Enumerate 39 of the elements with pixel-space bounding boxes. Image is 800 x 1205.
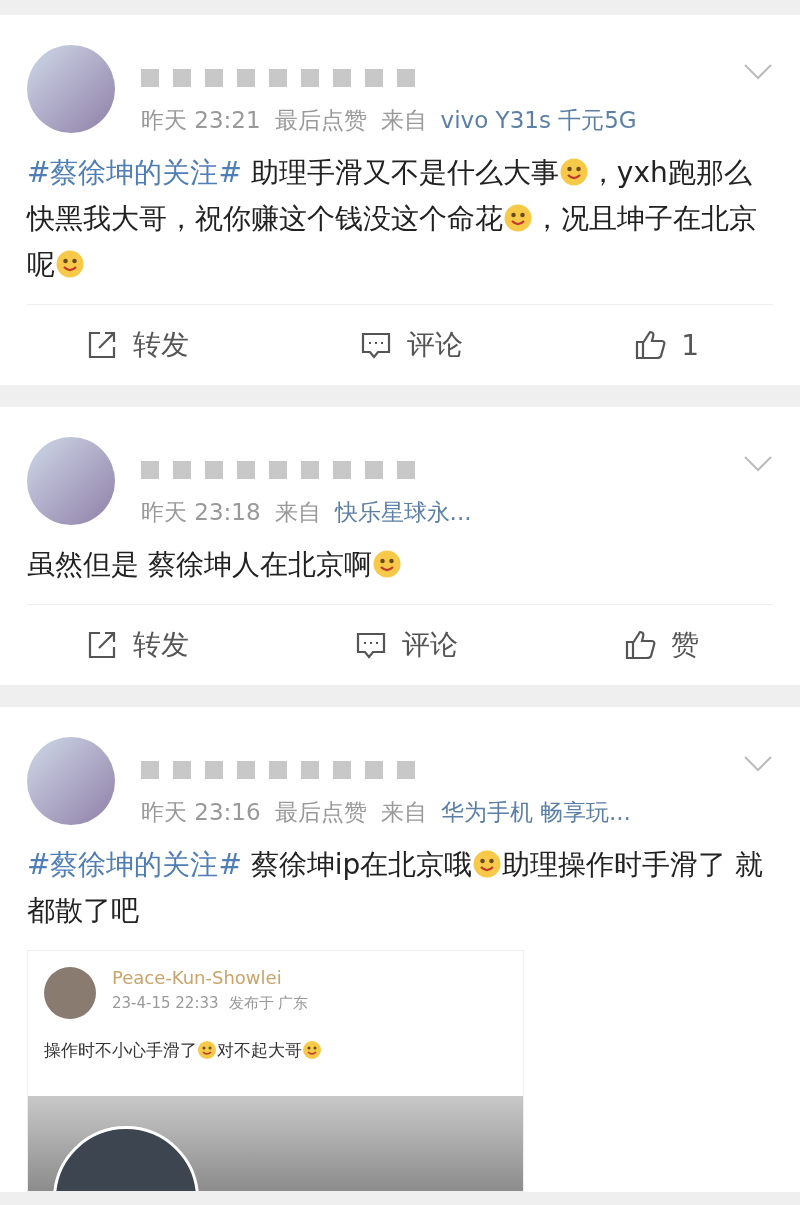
source-label: 来自 <box>380 106 427 135</box>
post-text: #蔡徐坤的关注# 蔡徐坤ip在北京哦 助理操作时手滑了 就都散了吧 <box>27 847 765 929</box>
post-time: 昨天 23:18 <box>141 498 261 527</box>
source-link[interactable]: 快乐星球永... <box>334 497 472 528</box>
avatar <box>44 967 96 1019</box>
post-text: 虽然但是 蔡徐坤人在北京啊 <box>27 542 773 588</box>
emoji-icon <box>371 549 402 579</box>
chevron-down-icon[interactable] <box>743 755 773 773</box>
thumbs-up-icon <box>623 628 657 662</box>
topic-link[interactable]: #蔡徐坤的关注# <box>27 156 242 189</box>
like-button[interactable]: 赞 <box>617 625 705 665</box>
post-time: 昨天 23:21 <box>141 106 261 135</box>
emoji-icon <box>302 1040 322 1060</box>
post-text: 操作时不小心手滑了 对不起大哥 <box>28 1019 523 1065</box>
like-button[interactable]: 1 <box>627 327 705 363</box>
emoji-icon <box>472 849 503 879</box>
emoji-icon <box>55 249 85 279</box>
source-label: 来自 <box>380 798 427 827</box>
chevron-down-icon[interactable] <box>743 63 773 81</box>
repost-button[interactable]: 转发 <box>79 325 195 365</box>
source-link[interactable]: vivo Y31s 千元5G <box>440 105 637 136</box>
post-text: #蔡徐坤的关注# 助理手滑又不是什么大事 ，yxh跑那么快黑我大哥，祝你赚这个钱没这个命花 ，况且坤子在北京呢 <box>27 155 758 283</box>
chevron-down-icon[interactable] <box>743 455 773 473</box>
comment-button[interactable]: 评论 <box>353 325 470 365</box>
emoji-icon <box>197 1040 217 1060</box>
post-time: 昨天 23:16 <box>141 798 261 827</box>
like-note: 最后点赞 <box>274 798 367 827</box>
thumbs-up-icon <box>633 328 668 362</box>
username: Peace-Kun-Showlei <box>112 967 283 988</box>
emoji-icon <box>558 157 589 187</box>
source-label: 来自 <box>274 498 321 527</box>
topic-link[interactable]: #蔡徐坤的关注# <box>27 848 242 881</box>
post-location: 发布于 广东 <box>228 994 309 1013</box>
like-note: 最后点赞 <box>274 106 367 135</box>
post-time: 23-4-15 22:33 <box>112 994 219 1013</box>
comment-button[interactable]: 评论 <box>348 625 464 665</box>
source-link[interactable]: 华为手机 畅享玩... <box>440 797 631 828</box>
emoji-icon <box>503 203 533 233</box>
repost-button[interactable]: 转发 <box>79 625 195 665</box>
